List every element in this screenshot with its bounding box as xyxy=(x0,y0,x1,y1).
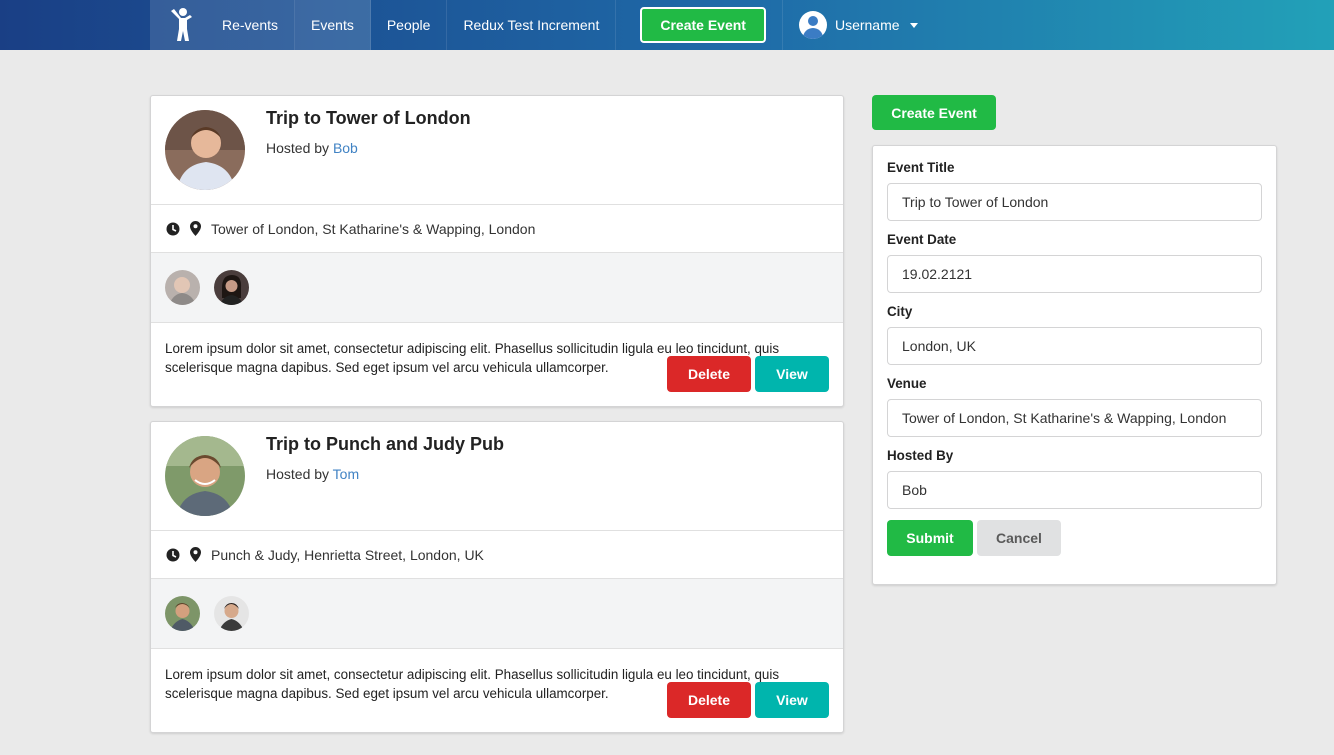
clock-icon xyxy=(166,548,180,562)
venue-field: Venue xyxy=(887,376,1262,437)
attendee-avatar[interactable] xyxy=(165,596,200,631)
event-venue: Tower of London, St Katharine's & Wappin… xyxy=(151,205,843,253)
delete-button[interactable]: Delete xyxy=(667,682,751,718)
user-menu-dropdown[interactable]: Username xyxy=(783,0,934,50)
venue-text: Punch & Judy, Henrietta Street, London, … xyxy=(211,546,484,563)
event-list-item: Trip to Punch and Judy Pub Hosted by Tom… xyxy=(150,421,844,733)
attendee-avatar[interactable] xyxy=(214,596,249,631)
nav-item-redux-test[interactable]: Redux Test Increment xyxy=(447,0,617,50)
map-marker-icon xyxy=(190,547,201,562)
hosted-by: Hosted by Tom xyxy=(266,466,359,482)
venue-input[interactable] xyxy=(887,399,1262,437)
event-date-input[interactable] xyxy=(887,255,1262,293)
event-date-label: Event Date xyxy=(887,232,957,247)
person-logo-icon xyxy=(171,8,192,41)
create-event-button[interactable]: Create Event xyxy=(872,95,996,130)
nav-item-events[interactable]: Events xyxy=(295,0,371,50)
hosted-by: Hosted by Bob xyxy=(266,140,358,156)
host-avatar[interactable] xyxy=(165,110,245,190)
city-field: City xyxy=(887,304,1262,365)
event-actions: Delete View xyxy=(667,356,829,392)
city-input[interactable] xyxy=(887,327,1262,365)
map-marker-icon xyxy=(190,221,201,236)
nav-item-people[interactable]: People xyxy=(371,0,448,50)
event-title-field: Event Title xyxy=(887,160,1262,221)
event-title-label: Event Title xyxy=(887,160,955,175)
hosted-by-input[interactable] xyxy=(887,471,1262,509)
event-title-input[interactable] xyxy=(887,183,1262,221)
navbar-menu: Re-vents Events People Redux Test Increm… xyxy=(150,0,934,50)
hosted-by-field: Hosted By xyxy=(887,448,1262,509)
attendee-list xyxy=(151,253,843,323)
logo-icon[interactable] xyxy=(150,0,208,50)
cancel-button[interactable]: Cancel xyxy=(977,520,1061,556)
top-navbar: Re-vents Events People Redux Test Increm… xyxy=(0,0,1334,50)
event-header: Trip to Punch and Judy Pub Hosted by Tom xyxy=(151,422,843,531)
nav-events-label: Events xyxy=(311,17,354,33)
hosted-by-prefix: Hosted by xyxy=(266,140,333,156)
user-avatar-icon xyxy=(798,11,827,39)
hosted-by-label: Hosted By xyxy=(887,448,954,463)
venue-text: Tower of London, St Katharine's & Wappin… xyxy=(211,220,536,237)
attendee-avatar[interactable] xyxy=(214,270,249,305)
host-link[interactable]: Tom xyxy=(333,466,359,482)
event-actions: Delete View xyxy=(667,682,829,718)
nav-redux-test-label: Redux Test Increment xyxy=(463,17,600,33)
nav-create-wrapper: Create Event xyxy=(616,0,783,50)
event-description: Lorem ipsum dolor sit amet, consectetur … xyxy=(151,323,843,406)
event-venue: Punch & Judy, Henrietta Street, London, … xyxy=(151,531,843,579)
clock-icon xyxy=(166,222,180,236)
form-actions: Submit Cancel xyxy=(887,520,1262,556)
event-title[interactable]: Trip to Tower of London xyxy=(266,108,471,129)
view-button[interactable]: View xyxy=(755,682,829,718)
city-label: City xyxy=(887,304,913,319)
nav-people-label: People xyxy=(386,17,431,33)
brand-link[interactable]: Re-vents xyxy=(208,0,296,50)
view-button[interactable]: View xyxy=(755,356,829,392)
caret-down-icon xyxy=(909,22,918,28)
event-description: Lorem ipsum dolor sit amet, consectetur … xyxy=(151,649,843,732)
venue-label: Venue xyxy=(887,376,927,391)
event-header: Trip to Tower of London Hosted by Bob xyxy=(151,96,843,205)
delete-button[interactable]: Delete xyxy=(667,356,751,392)
username-label: Username xyxy=(834,17,900,33)
brand-label: Re-vents xyxy=(222,17,279,33)
event-title[interactable]: Trip to Punch and Judy Pub xyxy=(266,434,504,455)
hosted-by-prefix: Hosted by xyxy=(266,466,333,482)
submit-button[interactable]: Submit xyxy=(887,520,973,556)
event-form: Event Title Event Date City Venue Hosted… xyxy=(872,145,1277,585)
host-link[interactable]: Bob xyxy=(333,140,358,156)
nav-create-event-button[interactable]: Create Event xyxy=(640,7,766,43)
attendee-avatar[interactable] xyxy=(165,270,200,305)
event-list-item: Trip to Tower of London Hosted by Bob To… xyxy=(150,95,844,407)
event-date-field: Event Date xyxy=(887,232,1262,293)
host-avatar[interactable] xyxy=(165,436,245,516)
attendee-list xyxy=(151,579,843,649)
